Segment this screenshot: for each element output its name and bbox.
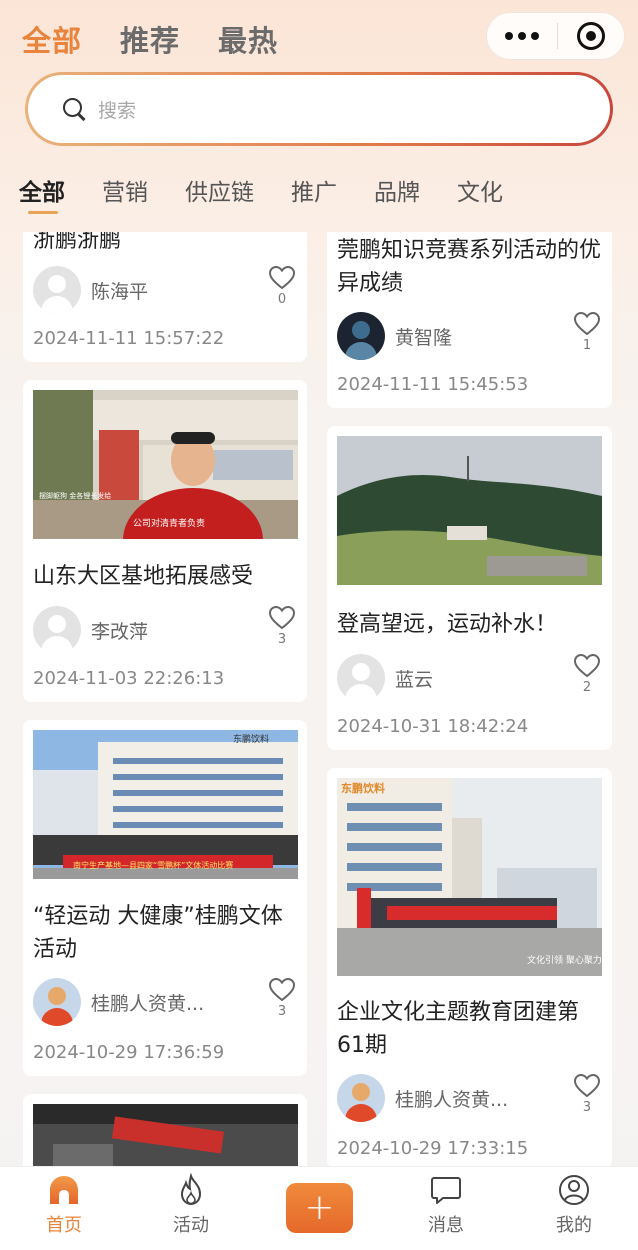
like-button[interactable]: 3 [572,1074,602,1115]
add-button[interactable]: + [286,1183,353,1233]
svg-text:摆脚躯狗 金各锂长发给: 摆脚躯狗 金各锂长发给 [39,491,111,500]
category-supply-chain[interactable]: 供应链 [185,173,254,207]
author-name: 桂鹏人资黄... [91,992,205,1015]
nav-messages[interactable]: 消息 [406,1173,486,1237]
like-button[interactable]: 1 [572,312,602,353]
post-date: 2024-11-03 22:26:13 [33,668,225,689]
search-icon [62,97,86,121]
category-brand[interactable]: 品牌 [374,173,420,207]
post-author: 李改萍 [33,606,148,654]
avatar [337,654,385,702]
svg-text:南宁生产基地—县四家“雪鹏杯”文体活动比赛: 南宁生产基地—县四家“雪鹏杯”文体活动比赛 [73,860,233,870]
nav-label: 消息 [428,1215,464,1236]
heart-icon [574,654,600,678]
like-count: 3 [277,1004,287,1019]
heart-icon [269,606,295,630]
post-date: 2024-10-31 18:42:24 [337,716,529,737]
home-icon [50,1176,78,1204]
tab-all[interactable]: 全部 [22,18,82,60]
post-card[interactable]: 公司对清青者负责 摆脚躯狗 金各锂长发给 山东大区基地拓展感受 李改萍 3 20… [23,380,307,702]
svg-text:东鹏饮料: 东鹏饮料 [233,733,269,745]
post-author: 桂鹏人资黄... [33,978,204,1026]
post-author: 陈海平 [33,266,148,314]
like-button[interactable]: 2 [572,654,602,695]
post-image: 东鹏饮料 文化引领 聚心聚力 [337,778,602,976]
post-author: 黄智隆 [337,312,452,360]
post-card[interactable]: 东鹏饮料 南宁生产基地—县四家“雪鹏杯”文体活动比赛 “轻运动 大健康”桂鹏文体… [23,720,307,1076]
post-image: 东鹏饮料 南宁生产基地—县四家“雪鹏杯”文体活动比赛 [33,730,298,879]
avatar [33,978,81,1026]
heart-icon [269,266,295,290]
post-card[interactable] [23,1094,307,1166]
post-card[interactable]: 东鹏饮料 文化引领 聚心聚力 企业文化主题教育团建第61期 桂鹏人资黄... 3… [327,768,612,1166]
category-tabs: 全部 营销 供应链 推广 品牌 文化 [19,173,503,214]
author-name: 桂鹏人资黄... [395,1088,509,1111]
post-date: 2024-11-11 15:45:53 [337,374,529,395]
post-image [337,436,602,585]
author-name: 黄智隆 [395,326,453,349]
post-title: 浙鹏浙鹏 [33,232,122,253]
like-button[interactable]: 0 [267,266,297,307]
post-date: 2024-10-29 17:33:15 [337,1138,529,1159]
post-title: 登高望远，运动补水！ [337,612,558,637]
post-feed[interactable]: 浙鹏浙鹏 陈海平 0 2024-11-11 15:57:22 公司对清青者负责 … [0,232,638,1166]
like-count: 2 [582,680,592,695]
avatar [33,266,81,314]
tab-recommend[interactable]: 推荐 [120,18,180,60]
post-image: 公司对清青者负责 摆脚躯狗 金各锂长发给 [33,390,298,539]
nav-profile[interactable]: 我的 [534,1173,614,1237]
like-count: 1 [582,338,592,353]
category-all[interactable]: 全部 [19,173,65,214]
avatar [337,312,385,360]
post-card[interactable]: 登高望远，运动补水！ 蓝云 2 2024-10-31 18:42:24 [327,426,612,750]
search-bar[interactable]: 搜索 [25,72,613,146]
post-title: 企业文化主题教育团建第61期 [337,1000,580,1058]
post-card[interactable]: 莞鹏知识竞赛系列活动的优异成绩 黄智隆 1 2024-11-11 15:45:5… [327,232,612,408]
user-icon [559,1175,589,1205]
heart-icon [269,978,295,1002]
category-culture[interactable]: 文化 [457,173,503,207]
post-title: 山东大区基地拓展感受 [33,564,254,589]
miniprogram-capsule [486,12,625,60]
bottom-nav: 首页 活动 + 消息 我的 [0,1166,638,1250]
like-count: 3 [582,1100,592,1115]
svg-text:公司对清青者负责: 公司对清青者负责 [133,517,205,529]
tab-hottest[interactable]: 最热 [218,18,278,60]
heart-icon [574,312,600,336]
post-date: 2024-10-29 17:36:59 [33,1042,225,1063]
author-name: 陈海平 [91,280,149,303]
more-icon[interactable] [487,13,557,59]
post-image [33,1104,298,1166]
search-input[interactable]: 搜索 [98,96,136,123]
svg-text:东鹏饮料: 东鹏饮料 [341,781,385,795]
nav-activity[interactable]: 活动 [151,1173,231,1237]
like-count: 0 [277,292,287,307]
chat-icon [431,1177,461,1204]
post-card[interactable]: 浙鹏浙鹏 陈海平 0 2024-11-11 15:57:22 [23,232,307,362]
nav-label: 首页 [46,1215,82,1236]
category-promotion[interactable]: 推广 [291,173,337,207]
target-icon[interactable] [558,22,624,50]
like-button[interactable]: 3 [267,978,297,1019]
like-count: 3 [277,632,287,647]
avatar [337,1074,385,1122]
nav-home[interactable]: 首页 [24,1173,104,1237]
post-title: “轻运动 大健康”桂鹏文体活动 [33,904,283,962]
like-button[interactable]: 3 [267,606,297,647]
top-tabs: 全部 推荐 最热 [22,18,278,60]
author-name: 李改萍 [91,620,149,643]
nav-label: 活动 [173,1215,209,1236]
post-title: 莞鹏知识竞赛系列活动的优异成绩 [337,238,602,296]
nav-label: 我的 [556,1215,592,1236]
plus-icon: + [304,1187,335,1228]
category-marketing[interactable]: 营销 [102,173,148,207]
post-author: 桂鹏人资黄... [337,1074,508,1122]
post-author: 蓝云 [337,654,433,702]
heart-icon [574,1074,600,1098]
fire-icon [180,1173,202,1206]
svg-text:文化引领 聚心聚力: 文化引领 聚心聚力 [527,954,602,966]
post-date: 2024-11-11 15:57:22 [33,328,225,349]
author-name: 蓝云 [395,668,434,691]
avatar [33,606,81,654]
